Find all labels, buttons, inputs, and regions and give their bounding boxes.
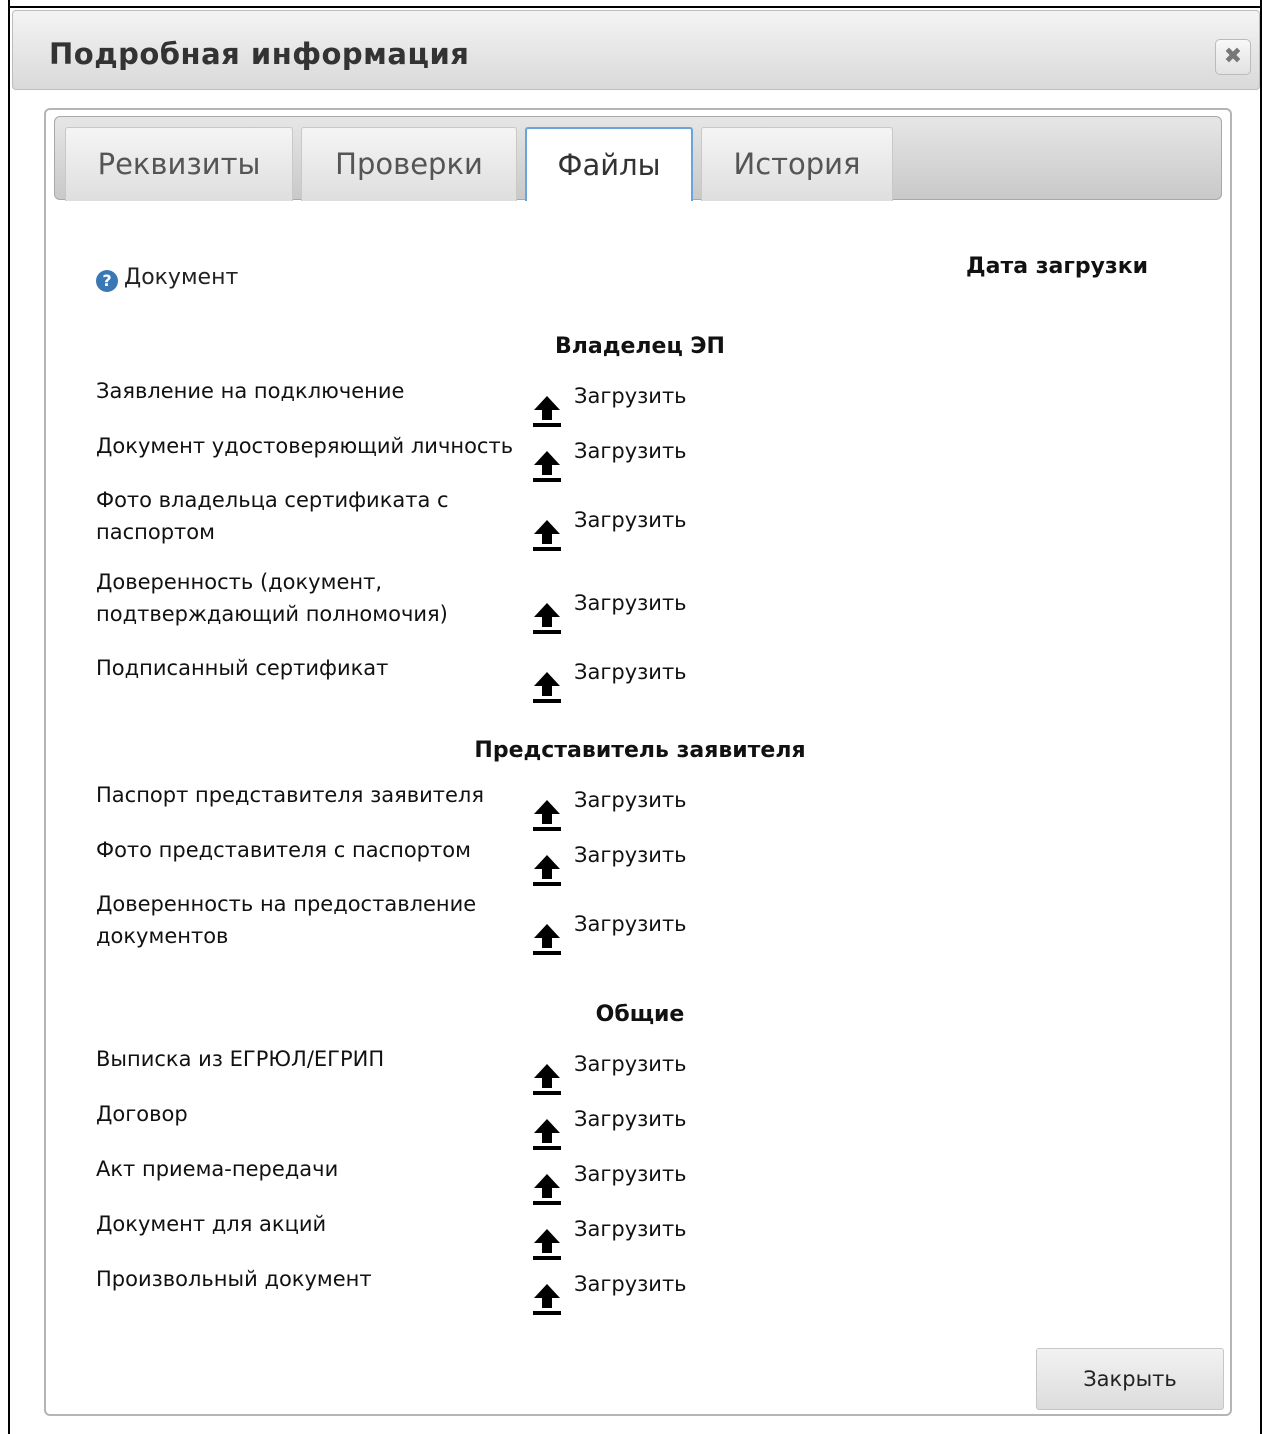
file-row-label: Заявление на подключение bbox=[96, 375, 516, 407]
file-row-label-line: Паспорт представителя заявителя bbox=[96, 783, 484, 807]
file-row-label-line: Документ для акций bbox=[96, 1212, 327, 1236]
document-header-label: Документ bbox=[124, 265, 239, 290]
file-row-label-line: документов bbox=[96, 924, 229, 948]
upload-label: Загрузить bbox=[574, 843, 687, 867]
file-row-label-line: Акт приема-передачи bbox=[96, 1157, 339, 1181]
file-row-label-line: Подписанный сертификат bbox=[96, 656, 389, 680]
file-row-label: Фото владельца сертификата с паспортом bbox=[96, 484, 516, 548]
upload-icon bbox=[533, 603, 561, 634]
upload-label: Загрузить bbox=[574, 1107, 687, 1131]
upload-label: Загрузить bbox=[574, 384, 687, 408]
help-icon[interactable]: ? bbox=[96, 270, 118, 292]
upload-label: Загрузить bbox=[574, 660, 687, 684]
file-row-label-line: Доверенность на предоставление bbox=[96, 892, 477, 916]
upload-icon bbox=[533, 672, 561, 703]
file-row-label: Выписка из ЕГРЮЛ/ЕГРИП bbox=[96, 1043, 516, 1075]
file-row-label: Подписанный сертификат bbox=[96, 652, 516, 684]
file-row-label: Документ удостоверяющий личность bbox=[96, 430, 516, 462]
upload-icon bbox=[533, 396, 561, 427]
file-row-label-line: Договор bbox=[96, 1102, 188, 1126]
column-header-document: ? Документ bbox=[96, 265, 238, 292]
upload-label: Загрузить bbox=[574, 912, 687, 936]
section-title-representative: Представитель заявителя bbox=[474, 738, 806, 763]
upload-icon bbox=[533, 924, 561, 955]
file-row-label: Договор bbox=[96, 1098, 516, 1130]
file-row-label-line: Документ удостоверяющий личность bbox=[96, 434, 514, 458]
file-row-label-line: Фото владельца сертификата с bbox=[96, 488, 449, 512]
file-row-label: Доверенность (документ, подтверждающий по… bbox=[96, 566, 516, 630]
upload-icon bbox=[533, 855, 561, 886]
upload-icon bbox=[533, 800, 561, 831]
column-header-upload-date: Дата загрузки bbox=[966, 254, 1149, 279]
upload-label: Загрузить bbox=[574, 1272, 687, 1296]
upload-icon bbox=[533, 520, 561, 551]
section-title-common: Общие bbox=[595, 1002, 685, 1027]
file-row-label: Произвольный документ bbox=[96, 1263, 516, 1295]
file-row-label-line: Выписка из ЕГРЮЛ/ЕГРИП bbox=[96, 1047, 385, 1071]
file-row-label: Документ для акций bbox=[96, 1208, 516, 1240]
tab-panel: Реквизиты Проверки Файлы История ? Докуме… bbox=[44, 108, 1232, 1416]
file-row-label: Фото представителя с паспортом bbox=[96, 834, 516, 866]
upload-icon bbox=[533, 1174, 561, 1205]
file-row-label-line: Фото представителя с паспортом bbox=[96, 838, 471, 862]
dialog-titlebar: Подробная информация ✖ bbox=[12, 10, 1260, 90]
file-row-label: Доверенность на предоставление документов bbox=[96, 888, 516, 952]
file-row-label-line: Произвольный документ bbox=[96, 1267, 372, 1291]
close-icon[interactable]: ✖ bbox=[1215, 39, 1251, 75]
window-top-border bbox=[8, 0, 1262, 8]
upload-icon bbox=[533, 1119, 561, 1150]
close-button[interactable]: Закрыть bbox=[1036, 1348, 1224, 1410]
details-dialog: Подробная информация ✖ Реквизиты Проверк… bbox=[8, 8, 1262, 1434]
upload-label: Загрузить bbox=[574, 1217, 687, 1241]
upload-label: Загрузить bbox=[574, 788, 687, 812]
upload-icon bbox=[533, 1284, 561, 1315]
file-row-label-line: Доверенность (документ, bbox=[96, 570, 383, 594]
upload-label: Загрузить bbox=[574, 1052, 687, 1076]
upload-icon bbox=[533, 1064, 561, 1095]
upload-icon bbox=[533, 451, 561, 482]
upload-label: Загрузить bbox=[574, 591, 687, 615]
file-row-label-line: подтверждающий полномочия) bbox=[96, 602, 448, 626]
upload-label: Загрузить bbox=[574, 508, 687, 532]
section-title-owner: Владелец ЭП bbox=[555, 334, 725, 359]
upload-label: Загрузить bbox=[574, 439, 687, 463]
file-row-label: Акт приема-передачи bbox=[96, 1153, 516, 1185]
files-content: ? Документ Дата загрузки Владелец ЭП Заяв… bbox=[46, 110, 1230, 1414]
file-row-label-line: Заявление на подключение bbox=[96, 379, 405, 403]
file-row-label: Паспорт представителя заявителя bbox=[96, 779, 516, 811]
dialog-title: Подробная информация bbox=[49, 37, 470, 71]
upload-icon bbox=[533, 1229, 561, 1260]
upload-label: Загрузить bbox=[574, 1162, 687, 1186]
file-row-label-line: паспортом bbox=[96, 520, 215, 544]
